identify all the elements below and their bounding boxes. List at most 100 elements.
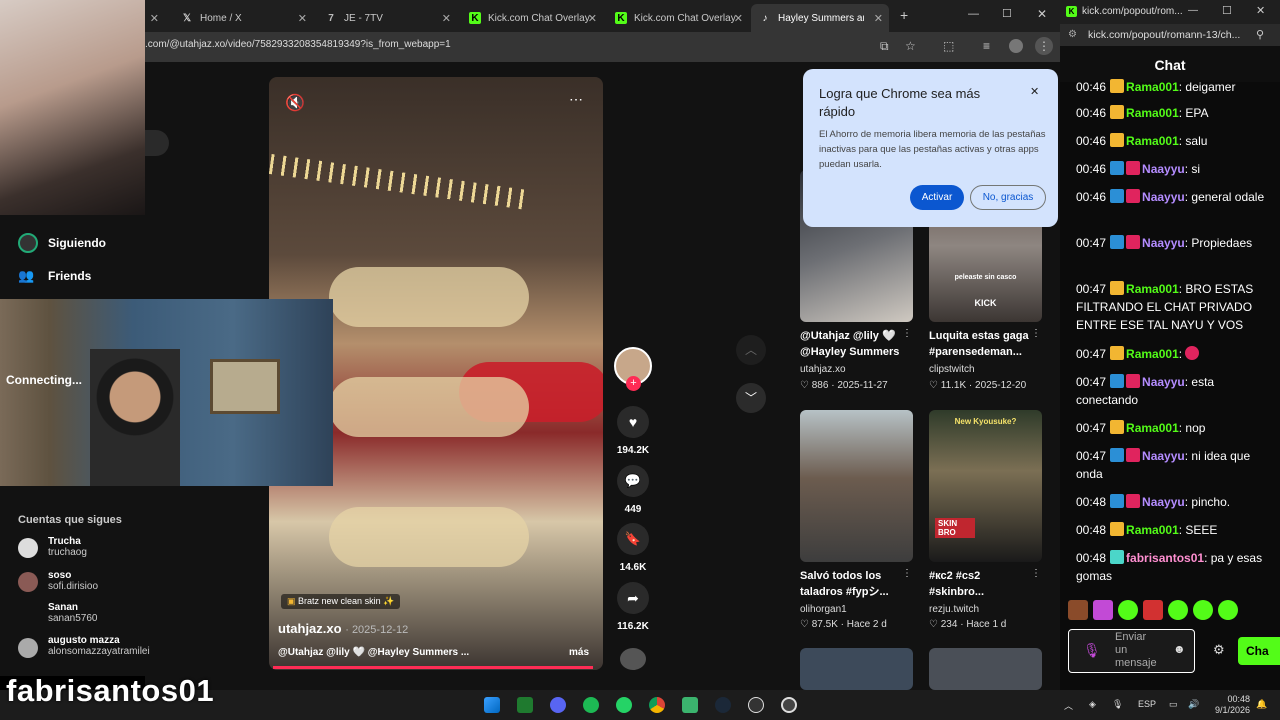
related-author[interactable]: olihorgan1	[800, 604, 847, 615]
search-icon[interactable]: ⚲	[1256, 28, 1264, 41]
chat-username[interactable]: Rama001	[1126, 347, 1179, 361]
chat-username[interactable]: Naayyu	[1142, 236, 1185, 250]
chat-username[interactable]: Rama001	[1126, 421, 1179, 435]
no-thanks-button[interactable]: No, gracias	[970, 185, 1046, 210]
chat-username[interactable]: Naayyu	[1142, 162, 1185, 176]
account-item[interactable]: soso sofi.dirisioo	[48, 570, 98, 592]
start-icon[interactable]	[484, 697, 500, 713]
media-icon[interactable]: ≡	[983, 39, 990, 53]
share-icon[interactable]: ➦	[617, 582, 649, 614]
window-close-icon[interactable]: ✕	[1037, 7, 1047, 21]
network-icon[interactable]: ▭	[1169, 699, 1178, 710]
settings-gear-icon[interactable]: ⚙	[1213, 642, 1225, 658]
tab-kick-overlay-2[interactable]: K Kick.com Chat Overlay ✕	[607, 4, 749, 32]
chat-username[interactable]: Rama001	[1126, 80, 1179, 94]
chat-username[interactable]: Naayyu	[1142, 190, 1185, 204]
obs-icon[interactable]	[781, 697, 797, 713]
mic-icon[interactable]: 🎙	[1083, 642, 1101, 659]
more-options-icon[interactable]: ⋮	[902, 568, 912, 579]
emote-icon[interactable]	[1168, 600, 1188, 620]
site-info-icon[interactable]: ⚙	[1068, 29, 1077, 40]
chat-input[interactable]: 🎙 Enviar un mensaje ☻	[1068, 629, 1195, 673]
chat-username[interactable]: Rama001	[1126, 523, 1179, 537]
close-icon[interactable]: ✕	[734, 12, 743, 25]
tab-tiktok[interactable]: ♪ Hayley Summers and I ✕	[751, 4, 889, 32]
close-icon[interactable]: ✕	[150, 12, 159, 25]
spotify-icon[interactable]	[583, 697, 599, 713]
chat-username[interactable]: Rama001	[1126, 282, 1179, 296]
chrome-icon[interactable]	[649, 697, 665, 713]
close-icon[interactable]: ✕	[874, 12, 883, 25]
extensions-icon[interactable]: ⬚	[943, 39, 954, 53]
nav-following[interactable]: Siguiendo	[18, 233, 106, 253]
account-item[interactable]: Sanan sanan5760	[48, 602, 98, 624]
related-author[interactable]: clipstwitch	[929, 364, 975, 375]
chat-username[interactable]: Rama001	[1126, 106, 1179, 120]
emote-icon[interactable]	[1218, 600, 1238, 620]
mic-icon[interactable]: 🎙	[1112, 699, 1123, 710]
maximize-icon[interactable]: ☐	[1002, 7, 1012, 20]
chat-username[interactable]: fabrisantos01	[1126, 551, 1204, 565]
volume-icon[interactable]: 🔊	[1188, 699, 1199, 710]
video-author[interactable]: utahjaz.xo	[278, 621, 342, 636]
emote-icon[interactable]	[1143, 600, 1163, 620]
maximize-icon[interactable]: ☐	[1222, 4, 1232, 17]
chat-url[interactable]: kick.com/popout/romann-13/ch...	[1088, 29, 1240, 41]
previous-video-icon[interactable]: ︿	[736, 335, 766, 365]
more-link[interactable]: más	[569, 647, 589, 658]
chat-username[interactable]: Rama001	[1126, 134, 1179, 148]
url-field[interactable]: .com/@utahjaz.xo/video/75829332083548193…	[145, 39, 451, 50]
video-author-row[interactable]: utahjaz.xo · 2025-12-12	[278, 621, 408, 636]
avatar[interactable]	[18, 638, 38, 658]
more-options-icon[interactable]: ⋮	[1031, 328, 1041, 339]
related-author[interactable]: utahjaz.xo	[800, 364, 846, 375]
tab-x[interactable]: 𝕏 Home / X ✕	[173, 4, 313, 32]
profile-avatar[interactable]	[1009, 39, 1023, 53]
sound-disc-icon[interactable]	[620, 648, 646, 670]
related-title[interactable]: #кс2 #cs2 #skinbro...	[929, 568, 1035, 600]
notification-icon[interactable]: 🔔	[1256, 699, 1267, 710]
app-icon[interactable]	[748, 697, 764, 713]
tab-7tv[interactable]: 7 JE - 7TV ✕	[317, 4, 457, 32]
related-thumbnail[interactable]	[929, 648, 1042, 690]
close-icon[interactable]: ✕	[588, 12, 597, 25]
nav-friends[interactable]: 👥 Friends	[18, 268, 91, 284]
emote-icon[interactable]	[1193, 600, 1213, 620]
tray-expand-icon[interactable]: ︿	[1064, 699, 1073, 712]
clock[interactable]: 00:48 9/1/2026	[1214, 694, 1250, 716]
new-tab-icon[interactable]: +	[900, 7, 908, 23]
menu-kebab-icon[interactable]: ⋮	[1035, 37, 1053, 55]
related-thumbnail[interactable]: New Kyousuke? SKIN BRO	[929, 410, 1042, 562]
avatar[interactable]	[18, 538, 38, 558]
emote-icon[interactable]	[1093, 600, 1113, 620]
bookmark-icon[interactable]: 🔖	[617, 523, 649, 555]
related-title[interactable]: @Utahjaz @lily 🤍 @Hayley Summers	[800, 328, 906, 360]
chat-username[interactable]: Naayyu	[1142, 375, 1185, 389]
send-chat-button[interactable]: Cha	[1238, 637, 1280, 665]
more-options-icon[interactable]: ⋯	[569, 91, 583, 108]
language-indicator[interactable]: ESP	[1138, 699, 1156, 709]
tab-kick-overlay-1[interactable]: K Kick.com Chat Overlay ✕	[461, 4, 603, 32]
related-thumbnail[interactable]	[800, 410, 913, 562]
more-options-icon[interactable]: ⋮	[902, 328, 912, 339]
activate-button[interactable]: Activar	[910, 185, 964, 210]
whatsapp-icon[interactable]	[616, 697, 632, 713]
account-item[interactable]: augusto mazza alonsomazzayatramilei	[48, 635, 150, 657]
bookmark-star-icon[interactable]: ☆	[905, 39, 916, 53]
minimize-icon[interactable]: —	[968, 8, 979, 20]
emote-icon[interactable]	[1068, 600, 1088, 620]
close-icon[interactable]: ✕	[442, 12, 451, 25]
discord-icon[interactable]	[550, 697, 566, 713]
related-author[interactable]: rezju.twitch	[929, 604, 979, 615]
tab-partial[interactable]: ✕	[145, 4, 165, 32]
related-title[interactable]: Luquita estas gaga #parensedeman...	[929, 328, 1035, 360]
tray-app-icon[interactable]: ◈	[1089, 699, 1096, 710]
comment-icon[interactable]: 💬	[617, 465, 649, 497]
search-pill[interactable]	[145, 130, 169, 156]
avatar[interactable]	[18, 572, 38, 592]
related-title[interactable]: Salvó todos los taladros #fypシ...	[800, 568, 906, 600]
progress-bar[interactable]	[273, 666, 593, 669]
follow-plus-icon[interactable]: +	[626, 376, 641, 391]
steam-icon[interactable]	[715, 697, 731, 713]
related-thumbnail[interactable]	[800, 648, 913, 690]
